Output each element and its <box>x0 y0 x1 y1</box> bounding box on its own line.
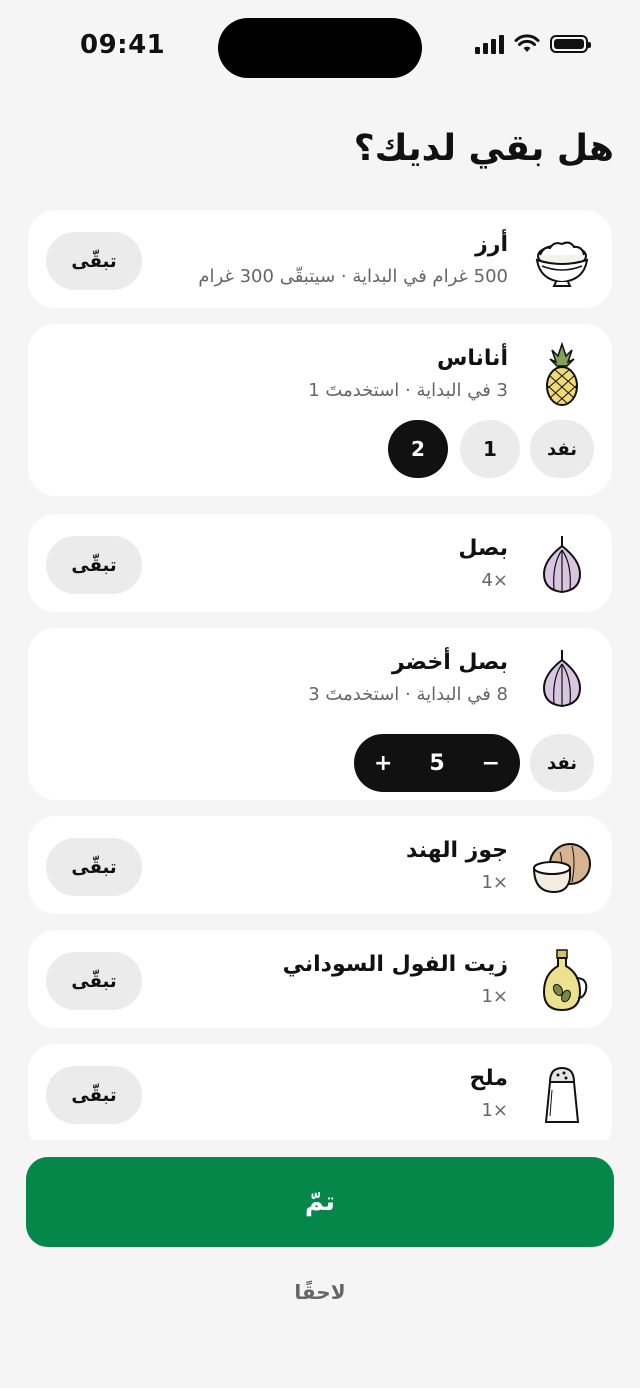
quantity-option-2[interactable]: 2 <box>388 420 448 478</box>
item-name: بصل <box>458 536 508 561</box>
item-detail: 3 في البداية · استخدمتَ 1 <box>308 380 508 401</box>
cellular-signal-icon <box>475 34 504 54</box>
item-name: ملح <box>469 1066 508 1091</box>
item-detail: 500 غرام في البداية · سيتبقّى 300 غرام <box>198 266 508 287</box>
pantry-item-list[interactable]: أرز 500 غرام في البداية · سيتبقّى 300 غر… <box>0 210 640 1140</box>
decrement-button[interactable]: − <box>482 751 500 776</box>
status-icons <box>475 34 591 54</box>
page-title: هل بقي لديك؟ <box>353 128 614 169</box>
status-time: 09:41 <box>80 30 166 60</box>
item-card-rice: أرز 500 غرام في البداية · سيتبقّى 300 غر… <box>28 210 612 308</box>
remains-button[interactable]: تبقّى <box>46 952 142 1010</box>
dynamic-island <box>218 18 422 78</box>
item-card-coconut: جوز الهند ×1 تبقّى <box>28 816 612 914</box>
battery-icon <box>550 35 591 53</box>
item-name: بصل أخضر <box>392 650 508 675</box>
item-detail: ×1 <box>481 986 508 1007</box>
item-card-green-onion: بصل أخضر 8 في البداية · استخدمتَ 3 نفد +… <box>28 628 612 800</box>
item-name: زيت الفول السوداني <box>282 952 508 977</box>
remains-button[interactable]: تبقّى <box>46 1066 142 1124</box>
ran-out-button[interactable]: نفد <box>530 420 594 478</box>
item-detail: ×1 <box>481 1100 508 1121</box>
oil-bottle-icon <box>530 948 594 1012</box>
coconut-icon <box>530 834 594 898</box>
stepper-value: 5 <box>429 750 445 776</box>
item-name: أناناس <box>437 346 508 371</box>
item-card-salt: ملح ×1 تبقّى <box>28 1044 612 1140</box>
done-button[interactable]: تمّ <box>26 1157 614 1247</box>
onion-icon <box>530 532 594 596</box>
item-name: أرز <box>475 232 508 257</box>
wifi-icon <box>514 34 540 52</box>
item-card-pineapple: أناناس 3 في البداية · استخدمتَ 1 نفد 1 2 <box>28 324 612 496</box>
increment-button[interactable]: + <box>374 751 392 776</box>
salt-shaker-icon <box>530 1062 594 1126</box>
ran-out-button[interactable]: نفد <box>530 734 594 792</box>
quantity-stepper: + 5 − <box>354 734 520 792</box>
item-card-onion: بصل ×4 تبقّى <box>28 514 612 612</box>
pineapple-icon <box>530 341 594 406</box>
item-card-peanut-oil: زيت الفول السوداني ×1 تبقّى <box>28 930 612 1028</box>
status-bar: 09:41 <box>0 0 640 96</box>
item-detail: ×1 <box>481 872 508 893</box>
rice-bowl-icon <box>530 228 594 292</box>
remains-button[interactable]: تبقّى <box>46 838 142 896</box>
remains-button[interactable]: تبقّى <box>46 536 142 594</box>
item-name: جوز الهند <box>406 838 508 863</box>
remains-button[interactable]: تبقّى <box>46 232 142 290</box>
item-detail: ×4 <box>481 570 508 591</box>
onion-icon <box>530 646 594 710</box>
item-detail: 8 في البداية · استخدمتَ 3 <box>308 684 508 705</box>
later-link[interactable]: لاحقًا <box>0 1280 640 1304</box>
quantity-option-1[interactable]: 1 <box>460 420 520 478</box>
